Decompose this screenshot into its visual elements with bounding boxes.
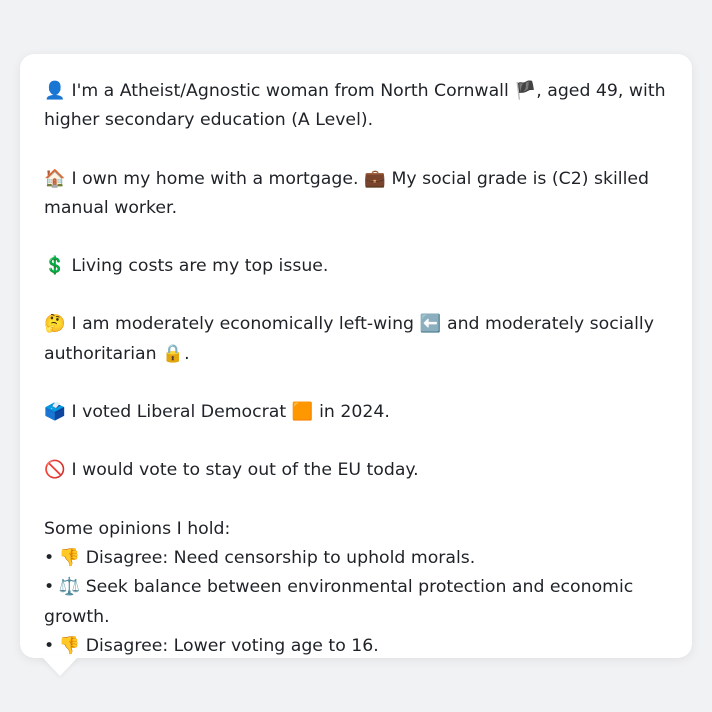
lock-icon: 🔒 bbox=[162, 343, 184, 364]
housing-paragraph: 🏠 I own my home with a mortgage. 💼 My so… bbox=[44, 165, 672, 224]
opinions-heading: Some opinions I hold: bbox=[44, 518, 231, 539]
opinion-text: Disagree: Lower voting age to 16. bbox=[85, 635, 379, 656]
ideology-text-a: I am moderately economically left-wing bbox=[71, 314, 415, 335]
prohibited-icon: 🚫 bbox=[44, 460, 66, 481]
issue-paragraph: 💲 Living costs are my top issue. bbox=[44, 252, 672, 281]
dollar-icon: 💲 bbox=[44, 256, 66, 277]
vote-text-a: I voted Liberal Democrat bbox=[71, 402, 287, 423]
opinions-paragraph: Some opinions I hold: • 👎 Disagree: Need … bbox=[44, 515, 672, 661]
opinion-item: • 👎 Disagree: Lower voting age to 16. bbox=[44, 632, 672, 661]
bullet-dot: • bbox=[44, 635, 55, 656]
bullet-dot: • bbox=[44, 547, 55, 568]
vote-paragraph: 🗳️ I voted Liberal Democrat 🟧 in 2024. bbox=[44, 398, 672, 427]
ideology-paragraph: 🤔 I am moderately economically left-wing… bbox=[44, 310, 672, 369]
persona-message-bubble: 👤 I'm a Atheist/Agnostic woman from Nort… bbox=[20, 54, 692, 658]
ideology-text-c: . bbox=[184, 343, 190, 364]
intro-paragraph: 👤 I'm a Atheist/Agnostic woman from Nort… bbox=[44, 77, 672, 136]
orange-square-icon: 🟧 bbox=[291, 402, 314, 423]
issue-text: Living costs are my top issue. bbox=[71, 256, 329, 277]
opinion-item: • 👎 Disagree: Need censorship to uphold m… bbox=[44, 544, 672, 573]
vote-text-b: in 2024. bbox=[319, 402, 390, 423]
opinion-item: • ⚖️ Seek balance between environmental p… bbox=[44, 573, 672, 632]
ballot-box-icon: 🗳️ bbox=[44, 402, 66, 423]
housing-text-a: I own my home with a mortgage. bbox=[71, 168, 359, 189]
thumbs-down-icon: 👎 bbox=[58, 547, 80, 568]
briefcase-icon: 💼 bbox=[364, 168, 386, 189]
intro-text-a: I'm a Atheist/Agnostic woman from North … bbox=[71, 81, 509, 101]
opinion-text: Seek balance between environmental prote… bbox=[44, 577, 634, 627]
person-icon: 👤 bbox=[44, 81, 66, 101]
left-arrow-icon: ⬅️ bbox=[419, 314, 442, 335]
eu-text: I would vote to stay out of the EU today… bbox=[71, 460, 419, 481]
opinion-text: Disagree: Need censorship to uphold mora… bbox=[85, 547, 476, 568]
bullet-dot: • bbox=[44, 577, 55, 598]
thinking-face-icon: 🤔 bbox=[44, 314, 66, 335]
eu-paragraph: 🚫 I would vote to stay out of the EU tod… bbox=[44, 456, 672, 485]
bubble-tail bbox=[41, 656, 79, 676]
balance-scale-icon: ⚖️ bbox=[58, 577, 80, 598]
house-icon: 🏠 bbox=[44, 168, 66, 189]
england-flag-icon: 🏴 bbox=[514, 81, 537, 101]
